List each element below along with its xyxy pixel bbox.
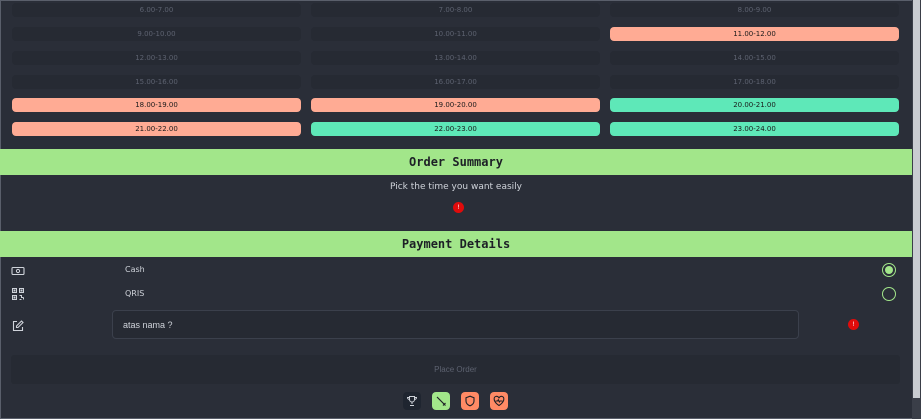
nav-sword[interactable] [432,392,450,410]
shield-icon [465,395,475,407]
scrollbar-thumb[interactable] [913,0,920,398]
time-slot: 7.00-8.00 [311,3,600,17]
time-slot[interactable]: 22.00-23.00 [311,122,600,136]
payment-details-header: Payment Details [0,231,912,257]
qris-radio[interactable] [882,287,896,301]
time-slot: 14.00-15.00 [610,51,899,65]
payment-option-label: Cash [125,265,145,274]
time-slot[interactable]: 19.00-20.00 [311,98,600,112]
heart-pulse-icon [493,395,505,407]
time-slot[interactable]: 23.00-24.00 [610,122,899,136]
time-slot: 8.00-9.00 [610,3,899,17]
time-slot[interactable]: 18.00-19.00 [12,98,301,112]
cash-icon [11,263,25,277]
sword-icon [436,396,446,406]
cash-radio[interactable] [882,263,896,277]
scrollbar[interactable] [912,0,921,419]
qr-code-icon [11,286,25,300]
time-slot: 10.00-11.00 [311,27,600,41]
name-alert-badge: ! [848,319,859,330]
time-slot: 15.00-16.00 [12,75,301,89]
time-slot: 13.00-14.00 [311,51,600,65]
nav-shield[interactable] [461,392,479,410]
order-alert-badge: ! [453,202,464,213]
time-slot[interactable]: 11.00-12.00 [610,27,899,41]
payment-option-qris[interactable]: QRIS [0,286,912,306]
time-slot: 6.00-7.00 [12,3,301,17]
time-slot: 17.00-18.00 [610,75,899,89]
time-slot[interactable]: 20.00-21.00 [610,98,899,112]
time-slot: 12.00-13.00 [12,51,301,65]
payment-option-cash[interactable]: Cash [0,262,912,282]
trophy-icon [406,396,418,406]
order-summary-header: Order Summary [0,149,912,175]
place-order-button[interactable]: Place Order [11,355,900,384]
order-summary-hint: Pick the time you want easily [389,182,522,192]
customer-name-input[interactable] [112,310,799,339]
edit-icon [11,318,25,332]
payment-option-label: QRIS [125,289,145,298]
nav-trophy[interactable] [403,392,421,410]
time-slot[interactable]: 21.00-22.00 [12,122,301,136]
time-slot: 16.00-17.00 [311,75,600,89]
time-slot: 9.00-10.00 [12,27,301,41]
nav-heart[interactable] [490,392,508,410]
time-slot-grid: 6.00-7.00 7.00-8.00 8.00-9.00 9.00-10.00… [0,0,912,148]
